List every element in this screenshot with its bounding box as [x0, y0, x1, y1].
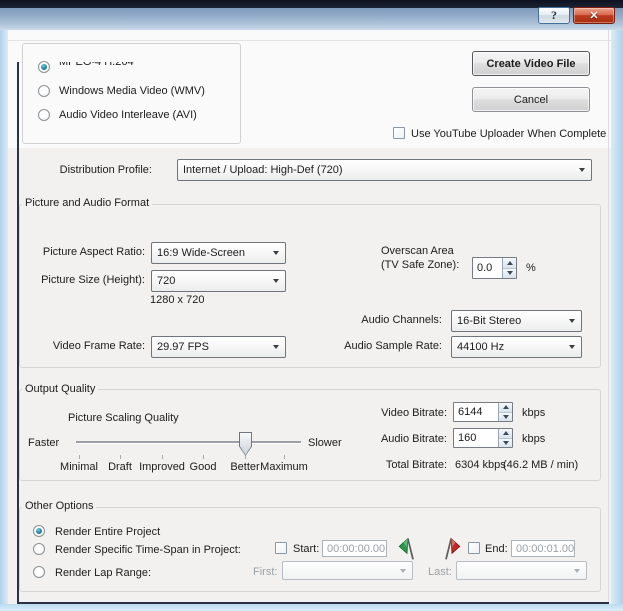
first-lap-dropdown[interactable] — [282, 561, 413, 580]
total-bitrate-label: Total Bitrate: — [330, 459, 447, 471]
aspect-ratio-dropdown[interactable]: 16:9 Wide-Screen — [151, 242, 286, 264]
last-lap-label: Last: — [428, 566, 452, 578]
start-label: Start: — [293, 543, 319, 555]
other-options-title: Other Options — [22, 500, 96, 512]
spinner-down-icon[interactable] — [499, 439, 512, 448]
dialog-border-bottom — [17, 602, 609, 604]
window-frame-left — [0, 30, 8, 611]
distribution-profile-label: Distribution Profile: — [30, 164, 152, 176]
titlebar — [0, 8, 623, 30]
close-button[interactable]: ✕ — [573, 7, 615, 24]
render-lap-radio[interactable] — [33, 566, 45, 578]
slider-tick-label: Draft — [108, 461, 132, 473]
video-bitrate-unit: kbps — [522, 407, 545, 419]
dialog-client-area: MPEG-4 H.264 Windows Media Video (WMV) A… — [8, 30, 611, 604]
overscan-unit: % — [526, 262, 536, 274]
render-entire-radio[interactable] — [33, 525, 45, 537]
spinner-down-icon[interactable] — [503, 269, 516, 279]
dropdown-arrow-icon — [574, 569, 580, 573]
slider-left-label: Faster — [28, 437, 59, 449]
audio-bitrate-label: Audio Bitrate: — [330, 433, 447, 445]
window-frame-right — [611, 30, 623, 611]
slider-tick — [79, 455, 80, 459]
mark-in-green-flag-icon[interactable] — [396, 537, 418, 561]
format-radio-avi[interactable] — [38, 109, 50, 121]
start-checkbox[interactable] — [275, 542, 287, 554]
render-lap-label: Render Lap Range: — [55, 567, 151, 579]
create-video-file-button[interactable]: Create Video File — [472, 51, 590, 76]
slider-tick-label: Better — [230, 461, 259, 473]
overscan-spinner[interactable]: 0.0 — [472, 257, 517, 279]
picture-size-label: Picture Size (Height): — [20, 274, 145, 286]
slider-tick-label: Minimal — [60, 461, 98, 473]
format-radio-mpeg4[interactable] — [38, 61, 50, 73]
slider-tick-label: Improved — [139, 461, 185, 473]
dropdown-arrow-icon — [273, 345, 279, 349]
dropdown-arrow-icon — [273, 279, 279, 283]
cancel-button[interactable]: Cancel — [472, 87, 590, 112]
end-time-input[interactable]: 00:00:01.00 — [511, 540, 575, 557]
help-button[interactable]: ? — [538, 7, 570, 24]
slider-tick — [162, 455, 163, 459]
spinner-up-icon[interactable] — [499, 403, 512, 413]
spinner-up-icon[interactable] — [499, 429, 512, 439]
format-label-wmv: Windows Media Video (WMV) — [59, 85, 205, 97]
video-bitrate-label: Video Bitrate: — [330, 407, 447, 419]
resolution-readout: 1280 x 720 — [150, 294, 204, 306]
end-label: End: — [485, 543, 508, 555]
youtube-uploader-label: Use YouTube Uploader When Complete — [411, 128, 606, 140]
mark-out-red-flag-icon[interactable] — [441, 537, 463, 561]
distribution-profile-dropdown[interactable]: Internet / Upload: High-Def (720) — [177, 159, 592, 181]
format-label-avi: Audio Video Interleave (AVI) — [59, 109, 197, 121]
dropdown-arrow-icon — [579, 168, 585, 172]
render-entire-label: Render Entire Project — [55, 526, 160, 538]
titlebar-top-edge — [0, 0, 623, 8]
format-radio-wmv[interactable] — [38, 85, 50, 97]
slider-tick — [203, 455, 204, 459]
spinner-up-icon[interactable] — [503, 258, 516, 269]
dialog-border-right — [608, 30, 609, 602]
audio-bitrate-spinner[interactable]: 160 — [453, 428, 513, 448]
dropdown-arrow-icon — [569, 319, 575, 323]
dropdown-arrow-icon — [400, 569, 406, 573]
format-label-mpeg4-clipped: MPEG-4 H.264 — [59, 62, 199, 72]
video-frame-rate-label: Video Frame Rate: — [20, 340, 145, 352]
slider-tick-label: Good — [190, 461, 217, 473]
overscan-label-line1: Overscan Area — [381, 245, 454, 257]
audio-bitrate-unit: kbps — [522, 433, 545, 445]
spinner-down-icon[interactable] — [499, 413, 512, 422]
close-icon: ✕ — [589, 9, 598, 22]
total-bitrate-detail: (46.2 MB / min) — [503, 459, 578, 471]
seam-line — [8, 40, 611, 41]
render-timespan-label: Render Specific Time-Span in Project: — [55, 544, 241, 556]
help-icon: ? — [551, 8, 557, 23]
start-time-input[interactable]: 00:00:00.00 — [322, 540, 387, 557]
first-lap-label: First: — [253, 566, 277, 578]
scaling-quality-slider-track[interactable] — [76, 441, 301, 443]
audio-sample-rate-dropdown[interactable]: 44100 Hz — [451, 336, 582, 358]
youtube-uploader-checkbox[interactable] — [393, 127, 405, 139]
window-frame-bottom — [0, 604, 623, 611]
slider-tick — [284, 455, 285, 459]
video-bitrate-spinner[interactable]: 6144 — [453, 402, 513, 422]
audio-sample-rate-label: Audio Sample Rate: — [324, 340, 442, 352]
overscan-label-line2: (TV Safe Zone): — [381, 259, 459, 271]
scaling-quality-title: Picture Scaling Quality — [68, 412, 179, 424]
aspect-ratio-label: Picture Aspect Ratio: — [20, 246, 145, 258]
produce-dialog: ? ✕ MPEG-4 H.264 Windows Media Video (WM… — [0, 0, 623, 611]
dropdown-arrow-icon — [273, 251, 279, 255]
video-frame-rate-dropdown[interactable]: 29.97 FPS — [151, 336, 286, 358]
audio-channels-label: Audio Channels: — [324, 314, 442, 326]
end-checkbox[interactable] — [468, 542, 480, 554]
last-lap-dropdown[interactable] — [456, 561, 587, 580]
picture-audio-title: Picture and Audio Format — [22, 197, 152, 209]
slider-tick — [120, 455, 121, 459]
audio-channels-dropdown[interactable]: 16-Bit Stereo — [451, 310, 582, 332]
dropdown-arrow-icon — [569, 345, 575, 349]
slider-tick-label: Maximum — [260, 461, 308, 473]
output-quality-title: Output Quality — [22, 383, 98, 395]
render-timespan-radio[interactable] — [33, 543, 45, 555]
total-bitrate-value: 6304 kbps — [455, 459, 506, 471]
picture-size-dropdown[interactable]: 720 — [151, 270, 286, 292]
